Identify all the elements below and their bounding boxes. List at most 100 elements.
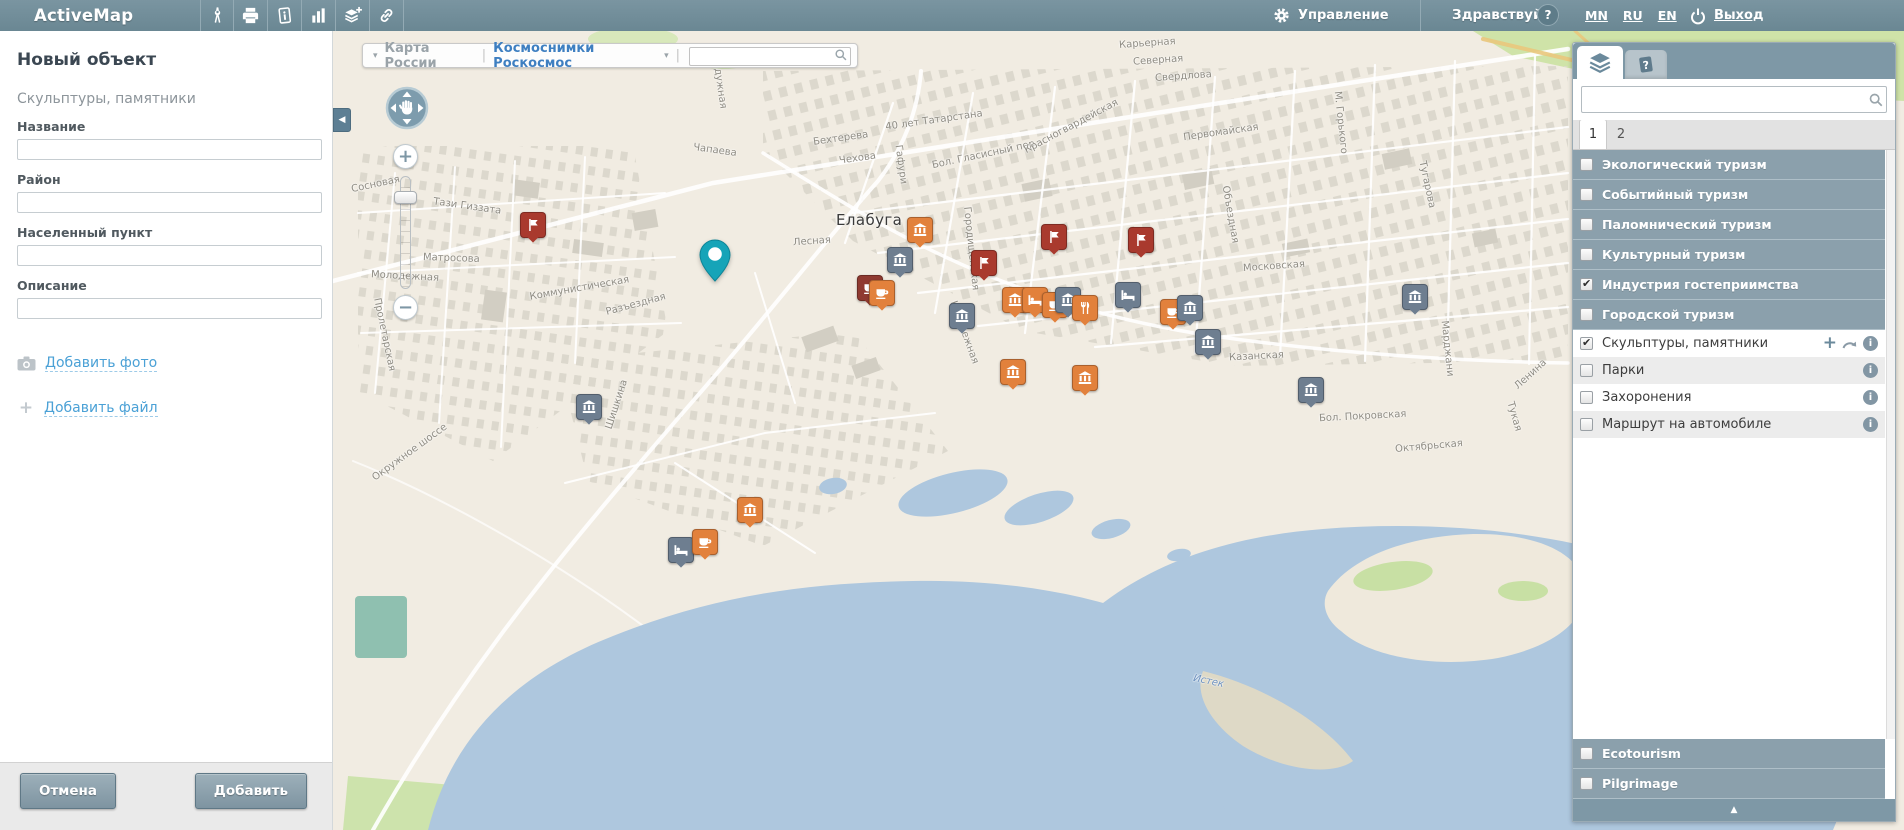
panel-collapse-button[interactable]: ▲ [1573,799,1895,821]
bank-icon [1182,300,1198,316]
add-object-icon[interactable]: + [1823,335,1837,352]
flag-icon [1133,232,1149,248]
measure-tool-button[interactable] [200,0,234,31]
group-checkbox[interactable] [1580,248,1593,261]
logout-button[interactable]: Выход [1688,0,1763,31]
pan-control[interactable] [385,86,429,130]
info-icon[interactable]: i [1863,417,1878,432]
new-object-pin[interactable] [699,239,731,285]
layer-row[interactable]: Захоронения + i [1573,384,1885,411]
layer-group-row[interactable]: Городской туризм [1573,300,1885,330]
layer-row[interactable]: Маршрут на автомобиле + i [1573,411,1885,438]
breadcrumb-separator: | [482,48,486,63]
layer-page-tab[interactable]: 1 [1579,119,1607,149]
layer-group-row[interactable]: Паломнический туризм [1573,210,1885,240]
poi-marker-cup[interactable] [692,529,718,555]
poi-marker-flag[interactable] [1128,227,1154,253]
add-file-link[interactable]: Добавить файл [44,400,158,417]
poi-marker-bank[interactable] [1298,377,1324,403]
sidebar-collapse-button[interactable]: ◀ [333,108,351,132]
lang-EN-link[interactable]: EN [1658,8,1677,23]
active-layer-link[interactable]: Космоснимки Роскосмос [493,41,657,71]
poi-marker-bank[interactable] [1402,284,1428,310]
guide-tool-button[interactable] [268,0,302,31]
chevron-down-icon[interactable]: ▾ [373,51,378,61]
poi-marker-bank[interactable] [737,497,763,523]
layer-page-tab[interactable]: 2 [1607,119,1635,149]
poi-marker-bank[interactable] [907,217,933,243]
search-icon[interactable] [1868,92,1883,107]
layer-checkbox[interactable] [1580,364,1593,377]
field-input[interactable] [17,192,322,213]
zoom-out-button[interactable]: − [393,295,418,320]
link-tool-button[interactable] [370,0,404,31]
group-checkbox[interactable] [1580,777,1593,790]
poi-marker-flag[interactable] [1041,224,1067,250]
panel-scrollbar-gutter[interactable] [1886,150,1895,739]
layer-group-row[interactable]: Экологический туризм [1573,150,1885,180]
map-search-input[interactable] [689,47,851,66]
bed-icon [1120,287,1136,303]
tab-layers[interactable] [1577,46,1623,79]
add-photo-link[interactable]: Добавить фото [45,355,157,372]
poi-marker-flag[interactable] [971,250,997,276]
field-input[interactable] [17,245,322,266]
poi-marker-bank[interactable] [949,303,975,329]
info-icon[interactable]: i [1863,336,1878,351]
lang-MN-link[interactable]: MN [1585,8,1608,23]
management-button[interactable]: Управление [1272,0,1389,31]
form-footer: Отмена Добавить [0,762,332,830]
group-checkbox[interactable] [1580,158,1593,171]
layer-group-row[interactable]: Ecotourism [1573,739,1885,769]
group-label: Ecotourism [1602,746,1681,761]
field-input[interactable] [17,298,322,319]
help-button[interactable]: ? [1537,4,1559,26]
info-icon[interactable]: i [1863,390,1878,405]
poi-marker-bed[interactable] [1115,282,1141,308]
poi-marker-flag[interactable] [520,212,546,238]
group-checkbox[interactable] [1580,188,1593,201]
tab-legend-help[interactable]: ? [1625,50,1667,79]
print-tool-button[interactable] [234,0,268,31]
layer-group-row[interactable]: Pilgrimage [1573,769,1885,799]
layer-group-row[interactable]: Событийный туризм [1573,180,1885,210]
poi-marker-bed[interactable] [668,537,694,563]
group-checkbox[interactable] [1580,308,1593,321]
chevron-down-icon[interactable]: ▾ [664,51,669,61]
field-input[interactable] [17,139,322,160]
base-layer-link[interactable]: Карта России [385,41,475,71]
stats-tool-button[interactable] [302,0,336,31]
breadcrumb-separator: | [676,48,680,63]
power-icon [1688,6,1708,26]
poi-marker-bank[interactable] [576,394,602,420]
layer-row[interactable]: Скульптуры, памятники + i [1573,330,1885,357]
poi-marker-bank[interactable] [887,247,913,273]
group-checkbox[interactable] [1580,218,1593,231]
layer-label: Скульптуры, памятники [1602,336,1768,351]
cancel-button[interactable]: Отмена [20,773,116,809]
layer-group-row[interactable]: Культурный туризм [1573,240,1885,270]
poi-marker-bank[interactable] [1072,365,1098,391]
info-icon[interactable]: i [1863,363,1878,378]
layers-search-input[interactable] [1581,86,1887,113]
poi-marker-bank[interactable] [1000,359,1026,385]
lang-RU-link[interactable]: RU [1623,8,1643,23]
layer-group-row[interactable]: Индустрия гостеприимства [1573,270,1885,300]
layer-checkbox[interactable] [1580,418,1593,431]
poi-marker-fork[interactable] [1072,295,1098,321]
search-icon[interactable] [834,48,847,61]
bank-icon [892,252,908,268]
layers-tool-button[interactable] [336,0,370,31]
poi-marker-bank[interactable] [1177,295,1203,321]
submit-button[interactable]: Добавить [195,773,307,809]
layer-checkbox[interactable] [1580,337,1593,350]
poi-marker-bank[interactable] [1195,329,1221,355]
layer-row[interactable]: Парки + i [1573,357,1885,384]
group-checkbox[interactable] [1580,278,1593,291]
route-arrow-icon[interactable] [1842,338,1858,350]
layer-checkbox[interactable] [1580,391,1593,404]
poi-marker-cup[interactable] [869,280,895,306]
zoom-slider-handle[interactable] [394,191,417,204]
group-checkbox[interactable] [1580,747,1593,760]
zoom-in-button[interactable]: + [393,144,418,169]
